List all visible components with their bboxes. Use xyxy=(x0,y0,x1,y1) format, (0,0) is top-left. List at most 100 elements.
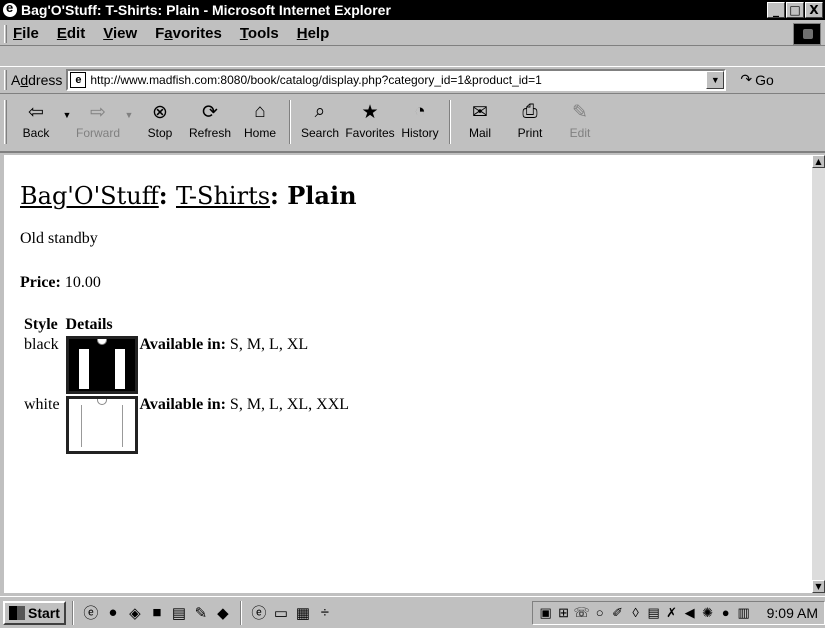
white-tshirt-image[interactable] xyxy=(65,396,138,454)
availability-text: Available in: S, M, L, XL xyxy=(139,336,309,353)
styles-table: Style Details black Available in: S, M, … xyxy=(20,314,353,456)
stop-button[interactable]: ⊗ Stop xyxy=(135,100,185,141)
home-button[interactable]: ⌂ Home xyxy=(235,100,285,140)
menu-tools[interactable]: Tools xyxy=(240,25,279,42)
address-url: http://www.madfish.com:8080/book/catalog… xyxy=(90,72,542,87)
search-button[interactable]: ⌕ Search xyxy=(295,100,345,140)
outlook-quicklaunch-icon[interactable]: ◈ xyxy=(124,604,146,622)
title-bar[interactable]: Bag'O'Stuff: T-Shirts: Plain - Microsoft… xyxy=(0,0,825,20)
ie-icon xyxy=(3,0,17,17)
standard-toolbar: ⇦ Back ▼ ⇨ Forward ▼ ⊗ Stop ⟳ Refresh ⌂ … xyxy=(0,93,825,153)
ie-task-button-icon[interactable]: ⓔ xyxy=(248,602,270,623)
ie-quicklaunch-icon[interactable]: ⓔ xyxy=(80,602,102,623)
menubar-grip[interactable] xyxy=(4,24,7,43)
menu-favorites[interactable]: Favorites xyxy=(155,25,222,42)
go-button[interactable]: ↷ Go xyxy=(740,71,773,88)
network-tray-icon[interactable]: ▣ xyxy=(537,605,555,621)
black-tshirt-image[interactable] xyxy=(65,336,138,394)
mail-button[interactable]: ✉ Mail xyxy=(455,100,505,141)
monitor-tray-icon[interactable]: ✺ xyxy=(699,605,717,621)
taskbar-separator xyxy=(71,600,74,625)
minimize-button[interactable]: _ xyxy=(767,2,785,18)
printer-icon: ⎙ xyxy=(522,101,538,122)
clock[interactable]: 9:09 AM xyxy=(767,605,818,621)
go-arrow-icon: ↷ xyxy=(740,71,753,87)
taskbar-separator xyxy=(239,600,242,625)
modem-tray-icon[interactable]: ☏ xyxy=(573,605,591,621)
browser-window: Bag'O'Stuff: T-Shirts: Plain - Microsoft… xyxy=(0,0,825,596)
tool-tray-icon[interactable]: ✐ xyxy=(609,605,627,621)
forward-dropdown-icon[interactable]: ▼ xyxy=(123,100,135,120)
details-cell: Available in: S, M, L, XL, XXL xyxy=(64,396,351,454)
address-bar: Address e http://www.madfish.com:8080/bo… xyxy=(0,66,825,92)
page-content: Bag'O'Stuff: T-Shirts: Plain Old standby… xyxy=(4,155,812,593)
desktop-quicklaunch-icon[interactable]: ■ xyxy=(146,604,168,621)
history-button[interactable]: ◔ History xyxy=(395,100,445,140)
close-button[interactable]: X xyxy=(805,2,823,18)
mail-icon: ✉ xyxy=(472,101,488,123)
back-arrow-icon: ⇦ xyxy=(28,101,44,123)
breadcrumb-category-link[interactable]: T-Shirts xyxy=(176,182,270,210)
column-header-details: Details xyxy=(65,316,113,333)
window-title: Bag'O'Stuff: T-Shirts: Plain - Microsoft… xyxy=(21,2,391,18)
window-controls: _ □ X xyxy=(766,2,823,18)
menu-edit[interactable]: Edit xyxy=(57,25,85,42)
table-row: white Available in: S, M, L, XL, XXL xyxy=(22,396,351,454)
availability-text: Available in: S, M, L, XL, XXL xyxy=(139,396,350,413)
scroll-down-button[interactable]: ▼ xyxy=(812,580,825,593)
notepad-quicklaunch-icon[interactable]: ✎ xyxy=(190,604,212,622)
tool-quicklaunch-icon[interactable]: ◆ xyxy=(212,604,234,622)
connection-tray-icon[interactable]: ⊞ xyxy=(555,605,573,621)
address-input[interactable]: e http://www.madfish.com:8080/book/catal… xyxy=(66,68,727,91)
refresh-button[interactable]: ⟳ Refresh xyxy=(185,100,235,141)
breadcrumb-separator: : xyxy=(158,181,176,210)
back-button[interactable]: ⇦ Back xyxy=(11,100,61,141)
favorites-icon: ★ xyxy=(361,101,379,123)
table-header-row: Style Details xyxy=(22,316,351,334)
back-dropdown-icon[interactable]: ▼ xyxy=(61,100,73,120)
link-tray-icon[interactable]: ◊ xyxy=(627,605,645,620)
window-task-button-icon[interactable]: ▭ xyxy=(270,604,292,622)
calc-task-button-icon[interactable]: ÷ xyxy=(314,604,336,621)
stop-icon: ⊗ xyxy=(152,101,168,123)
forward-button[interactable]: ⇨ Forward xyxy=(73,100,123,141)
power-tray-icon[interactable]: ○ xyxy=(591,605,609,620)
battery-tray-icon[interactable]: ▥ xyxy=(735,605,753,621)
address-dropdown-button[interactable]: ▼ xyxy=(706,70,725,89)
refresh-icon: ⟳ xyxy=(202,101,218,123)
toolbar-separator xyxy=(289,100,291,144)
page-icon: e xyxy=(70,71,87,88)
edit-tray-icon[interactable]: ✗ xyxy=(663,605,681,621)
print-button[interactable]: ⎙ Print xyxy=(505,100,555,140)
volume-tray-icon[interactable]: ◀ xyxy=(681,605,699,621)
vertical-scrollbar[interactable]: ▲ ▼ xyxy=(812,155,825,593)
toolbar-separator xyxy=(449,100,451,144)
addressbar-grip[interactable] xyxy=(4,69,7,90)
style-cell: white xyxy=(24,396,60,413)
favorites-button[interactable]: ★ Favorites xyxy=(345,100,395,141)
menu-help[interactable]: Help xyxy=(297,25,330,42)
printer-tray-icon[interactable]: ▤ xyxy=(645,605,663,621)
explorer-quicklaunch-icon[interactable]: ▤ xyxy=(168,604,190,622)
style-cell: black xyxy=(24,336,59,353)
chat-tray-icon[interactable]: ● xyxy=(717,605,735,620)
history-icon: ◔ xyxy=(414,101,426,122)
app-task-button-icon[interactable]: ▦ xyxy=(292,604,314,622)
edit-button[interactable]: ✎ Edit xyxy=(555,100,605,141)
chat-quicklaunch-icon[interactable]: ● xyxy=(102,604,124,621)
price-label: Price: xyxy=(20,274,61,291)
breadcrumb-store-link[interactable]: Bag'O'Stuff xyxy=(20,182,159,210)
taskbar: Start ⓔ ● ◈ ■ ▤ ✎ ◆ ⓔ ▭ ▦ ÷ ▣ ⊞ ☏ ○ ✐ ◊ … xyxy=(0,596,825,628)
edit-icon: ✎ xyxy=(572,101,588,123)
menu-bar: File Edit View Favorites Tools Help xyxy=(0,22,825,46)
maximize-button[interactable]: □ xyxy=(786,2,804,18)
scroll-up-button[interactable]: ▲ xyxy=(812,155,825,168)
product-description: Old standby xyxy=(20,230,98,247)
menu-view[interactable]: View xyxy=(103,25,137,42)
windows-logo-throbber-icon xyxy=(793,23,821,45)
menu-file[interactable]: File xyxy=(13,25,39,42)
product-price: Price: 10.00 xyxy=(20,274,812,292)
start-button[interactable]: Start xyxy=(3,600,66,625)
address-label: Address xyxy=(11,71,63,88)
toolbar-grip[interactable] xyxy=(4,100,7,144)
